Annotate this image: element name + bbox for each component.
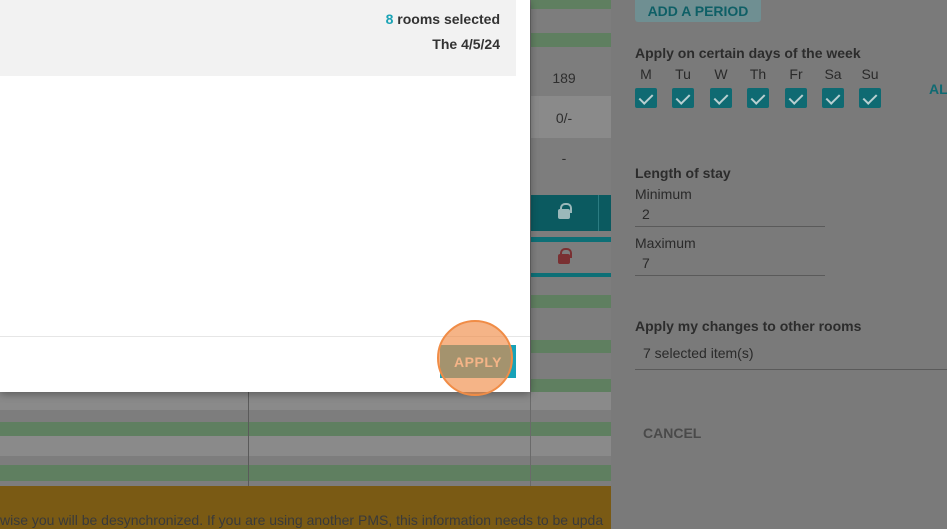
day-checkbox-wednesday[interactable] — [710, 88, 732, 108]
rooms-selected-text: 8 rooms selected — [386, 11, 500, 27]
day-wednesday[interactable]: W — [706, 66, 736, 113]
apply-button[interactable]: APPLY — [440, 345, 516, 378]
grid-cell-value: 189 — [552, 70, 576, 86]
day-label: Su — [861, 66, 879, 82]
grid-row — [0, 465, 611, 481]
days-of-week-title: Apply on certain days of the week — [635, 45, 861, 61]
grid-column-divider — [598, 195, 599, 231]
minimum-stay-input[interactable]: 2 — [635, 203, 825, 227]
minimum-label: Minimum — [635, 186, 692, 202]
day-label: Fr — [789, 66, 803, 82]
lock-icon[interactable] — [558, 248, 572, 264]
day-checkbox-tuesday[interactable] — [672, 88, 694, 108]
grid-row — [0, 392, 611, 410]
grid-column-divider — [248, 392, 249, 488]
day-label: Th — [749, 66, 767, 82]
selected-date: The 4/5/24 — [432, 36, 500, 52]
grid-cell-value: - — [561, 150, 567, 166]
day-checkbox-sunday[interactable] — [859, 88, 881, 108]
day-tuesday[interactable]: Tu — [668, 66, 698, 113]
day-label: M — [640, 66, 652, 82]
add-period-button[interactable]: ADD A PERIOD — [635, 0, 761, 22]
lock-icon[interactable] — [558, 203, 572, 219]
day-checkbox-thursday[interactable] — [747, 88, 769, 108]
grid-row — [0, 422, 611, 436]
restrictions-side-panel: ADD A PERIOD Apply on certain days of th… — [611, 0, 947, 529]
rooms-selected-label: rooms selected — [393, 11, 500, 27]
day-checkbox-saturday[interactable] — [822, 88, 844, 108]
day-label: Sa — [824, 66, 842, 82]
apply-modal: 8 rooms selected The 4/5/24 APPLY — [0, 0, 530, 392]
day-sunday[interactable]: Su — [855, 66, 885, 113]
grid-row — [0, 436, 611, 456]
day-label: W — [714, 66, 728, 82]
length-of-stay-title: Length of stay — [635, 165, 731, 181]
cancel-button[interactable]: CANCEL — [643, 425, 701, 441]
warning-text: wise you will be desynchronized. If you … — [0, 512, 604, 528]
selection-summary: 8 rooms selected The 4/5/24 — [0, 0, 516, 76]
day-checkbox-friday[interactable] — [785, 88, 807, 108]
other-rooms-select[interactable]: 7 selected item(s) — [635, 340, 947, 370]
day-monday[interactable]: M — [631, 66, 661, 113]
maximum-label: Maximum — [635, 235, 696, 251]
desync-warning-bar: wise you will be desynchronized. If you … — [0, 486, 611, 529]
day-saturday[interactable]: Sa — [818, 66, 848, 113]
grid-cell-value: 0/- — [555, 110, 573, 126]
day-checkbox-monday[interactable] — [635, 88, 657, 108]
grid-column-divider — [530, 0, 531, 486]
day-thursday[interactable]: Th — [743, 66, 773, 113]
select-all-days-link[interactable]: AL — [929, 81, 947, 97]
maximum-stay-input[interactable]: 7 — [635, 252, 825, 276]
day-label: Tu — [675, 66, 691, 82]
other-rooms-title: Apply my changes to other rooms — [635, 318, 862, 334]
day-friday[interactable]: Fr — [781, 66, 811, 113]
modal-footer-divider — [0, 336, 530, 337]
